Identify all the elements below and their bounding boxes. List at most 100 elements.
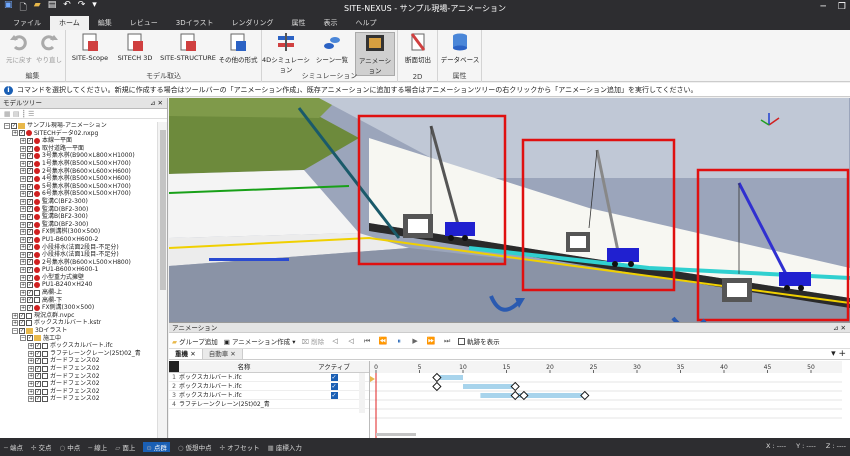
tree-item[interactable]: + ✓ PU1-B600×H600-2: [0, 236, 157, 244]
expand-toggle-icon[interactable]: +: [12, 130, 18, 137]
visibility-checkbox[interactable]: ✓: [35, 350, 41, 357]
expand-toggle-icon[interactable]: +: [28, 365, 34, 372]
expand-toggle-icon[interactable]: +: [20, 274, 26, 281]
pause-icon[interactable]: ⏸: [394, 336, 404, 346]
tab-edit[interactable]: 編集: [89, 16, 121, 30]
scroll-thumb[interactable]: [160, 130, 166, 290]
table-row[interactable]: 4 ラフテレーンクレーン(25t)02_青: [169, 400, 369, 409]
visibility-checkbox[interactable]: ✓: [27, 289, 33, 296]
tab-rendering[interactable]: レンダリング: [223, 16, 283, 30]
visibility-checkbox[interactable]: ✓: [27, 213, 33, 220]
visibility-checkbox[interactable]: ✓: [35, 380, 41, 387]
visibility-checkbox[interactable]: ✓: [35, 365, 41, 372]
trajectory-toggle[interactable]: 軌跡を表示: [458, 336, 500, 346]
expand-toggle-icon[interactable]: +: [28, 358, 34, 365]
trajectory-checkbox[interactable]: [458, 338, 466, 345]
expand-toggle-icon[interactable]: +: [20, 221, 26, 228]
tab-home[interactable]: ホーム: [50, 16, 89, 30]
visibility-checkbox[interactable]: ✓: [27, 137, 33, 144]
snap-toggle[interactable]: ○ 中点: [60, 442, 81, 452]
expand-toggle-icon[interactable]: +: [20, 267, 26, 274]
visibility-checkbox[interactable]: ✓: [27, 251, 33, 258]
expand-toggle-icon[interactable]: +: [20, 213, 26, 220]
tree-item[interactable]: + ✓ ガードフェンス02: [0, 380, 157, 388]
table-row[interactable]: 2 ボックスカルバート.ifc ✓: [169, 382, 369, 391]
visibility-checkbox[interactable]: ✓: [35, 358, 41, 365]
expand-toggle-icon[interactable]: +: [20, 236, 26, 243]
tree-item[interactable]: − ✓ サンプル現場-アニメーション: [0, 122, 157, 130]
snap-toggle[interactable]: ⊙ 点群: [143, 442, 170, 452]
expand-toggle-icon[interactable]: +: [20, 206, 26, 213]
expand-toggle-icon[interactable]: +: [20, 282, 26, 289]
create-animation-button[interactable]: ▣ アニメーション作成 ▾: [224, 336, 296, 346]
expand-toggle-icon[interactable]: +: [20, 191, 26, 198]
visibility-checkbox[interactable]: ✓: [27, 259, 33, 266]
tree-item[interactable]: − ✓ 3Dイラスト: [0, 327, 157, 335]
active-checkbox[interactable]: ✓: [330, 392, 338, 399]
visibility-checkbox[interactable]: ✓: [27, 183, 33, 190]
tree-item[interactable]: + ✓ 4号集水桝(B500×L500×H600): [0, 175, 157, 183]
expand-toggle-icon[interactable]: +: [20, 183, 26, 190]
pin-icon[interactable]: ⊿ ✕: [150, 98, 163, 109]
redo-button[interactable]: やり直し: [36, 32, 62, 64]
expand-toggle-icon[interactable]: +: [20, 198, 26, 205]
expand-toggle-icon[interactable]: +: [20, 289, 26, 296]
snap-toggle[interactable]: ▦ 座標入力: [268, 442, 302, 452]
expand-toggle-icon[interactable]: +: [20, 251, 26, 258]
expand-toggle-icon[interactable]: +: [20, 175, 26, 182]
expand-toggle-icon[interactable]: +: [20, 229, 26, 236]
tab-view[interactable]: 表示: [315, 16, 347, 30]
visibility-checkbox[interactable]: ✓: [27, 244, 33, 251]
sitech3d-button[interactable]: SITECH 3D: [114, 32, 156, 62]
tree-item[interactable]: + ✓ 監溝D(BF2-300): [0, 206, 157, 214]
visibility-checkbox[interactable]: ✓: [27, 168, 33, 175]
visibility-checkbox[interactable]: ✓: [27, 305, 33, 312]
snap-toggle[interactable]: ✢ オフセット: [220, 442, 260, 452]
tree-item[interactable]: + ✓ 小段排水(法面1段目-不足分): [0, 251, 157, 259]
tree-item[interactable]: + ✓ PU1-B240×H240: [0, 281, 157, 289]
tree-item[interactable]: + ✓ 小段排水(法面2段目-不足分): [0, 244, 157, 252]
step-back-icon[interactable]: ⏪: [378, 336, 388, 346]
add-tab-icon[interactable]: ▾ +: [831, 349, 846, 359]
expand-toggle-icon[interactable]: +: [12, 320, 18, 327]
snap-toggle[interactable]: ─ 線上: [88, 442, 107, 452]
expand-toggle-icon[interactable]: +: [28, 388, 34, 395]
visibility-checkbox[interactable]: ✓: [19, 327, 25, 334]
visibility-checkbox[interactable]: ✓: [19, 130, 25, 137]
customize-qa-icon[interactable]: ▾: [92, 0, 97, 16]
expand-toggle-icon[interactable]: +: [20, 297, 26, 304]
tab-3d-illust[interactable]: 3Dイラスト: [167, 16, 223, 30]
tree-item[interactable]: + ✓ 小型重力式擁壁: [0, 274, 157, 282]
expand-toggle-icon[interactable]: +: [20, 259, 26, 266]
visibility-checkbox[interactable]: ✓: [11, 122, 17, 129]
tab-attribute[interactable]: 属性: [283, 16, 315, 30]
open-folder-icon[interactable]: ▰: [34, 0, 41, 16]
tab-heavy-machinery[interactable]: 重機 ✕: [169, 349, 203, 359]
active-cell[interactable]: ✓: [309, 382, 359, 390]
3d-viewport[interactable]: [169, 98, 850, 322]
active-checkbox[interactable]: ✓: [330, 374, 338, 381]
scene-list-button[interactable]: シーン一覧: [312, 32, 352, 64]
tree-item[interactable]: + ✓ FX側溝(300×500): [0, 304, 157, 312]
tree-item[interactable]: + ✓ 2号集水桝(B600×L500×H800): [0, 259, 157, 267]
expand-toggle-icon[interactable]: +: [28, 380, 34, 387]
tree-tool-icons[interactable]: ▦ ▤ ┋ ☰: [4, 110, 34, 118]
snap-toggle[interactable]: ○ 仮想中点: [178, 442, 212, 452]
visibility-checkbox[interactable]: ✓: [27, 282, 33, 289]
expand-toggle-icon[interactable]: −: [4, 122, 10, 129]
tree-item[interactable]: + ✓ 6号集水桝(B500×L500×H700): [0, 190, 157, 198]
tree-item[interactable]: + ✓ ボックスカルバート.ifc: [0, 342, 157, 350]
visibility-checkbox[interactable]: ✓: [27, 236, 33, 243]
visibility-checkbox[interactable]: ✓: [35, 343, 41, 350]
delete-button[interactable]: ⌧ 削除: [302, 336, 325, 346]
animation-timeline[interactable]: 0510152025303540455055: [369, 361, 842, 439]
tree-item[interactable]: + ✓ ガードフェンス02: [0, 395, 157, 403]
visibility-checkbox[interactable]: ✓: [27, 297, 33, 304]
visibility-checkbox[interactable]: ✓: [35, 396, 41, 403]
expand-toggle-icon[interactable]: +: [20, 137, 26, 144]
other-format-button[interactable]: その他の形式: [216, 32, 260, 64]
skip-end-icon[interactable]: ⏭: [442, 336, 452, 346]
expand-toggle-icon[interactable]: +: [28, 350, 34, 357]
tree-item[interactable]: + ✓ 高欄-上: [0, 289, 157, 297]
back-icon[interactable]: ◁: [346, 336, 356, 346]
